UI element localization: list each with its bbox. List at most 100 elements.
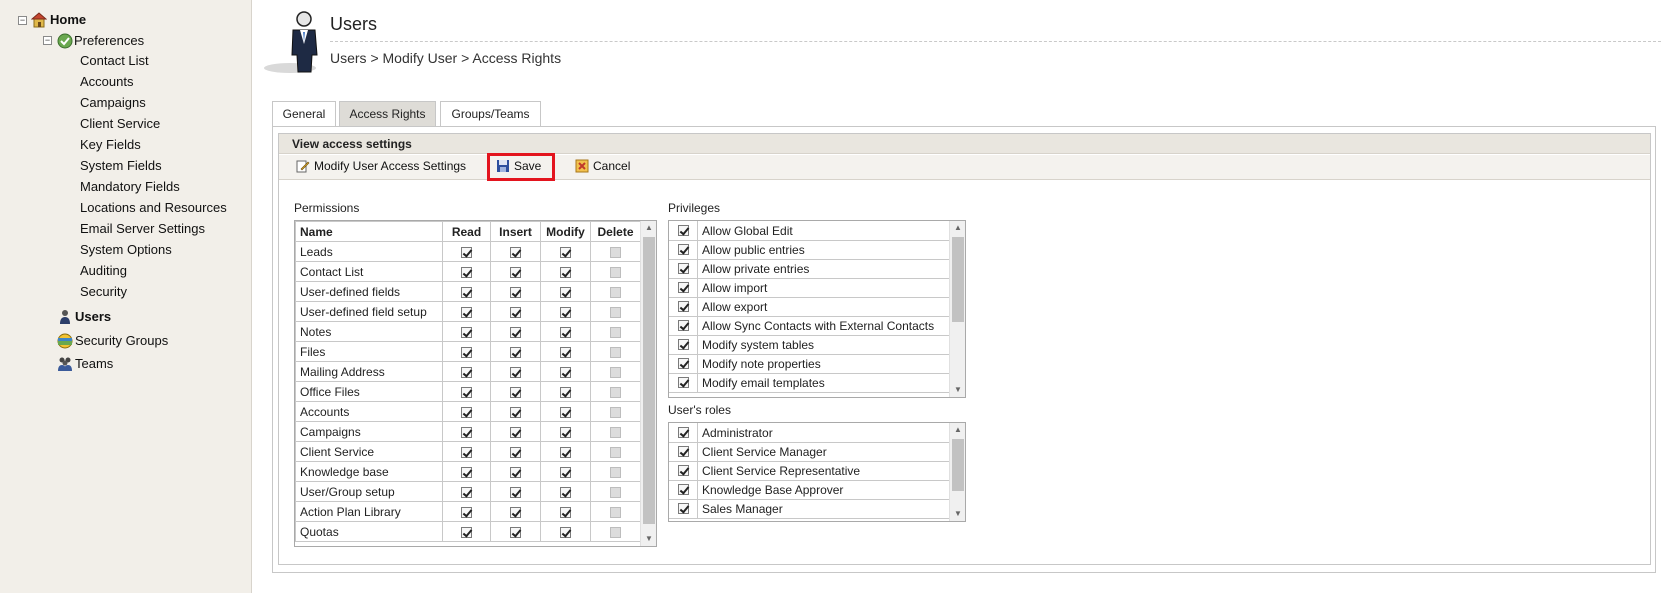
tree-item[interactable]: Contact List bbox=[80, 53, 149, 68]
scroll-down-arrow[interactable]: ▼ bbox=[950, 507, 965, 521]
checkbox[interactable] bbox=[610, 326, 621, 338]
list-item[interactable]: Modify note properties bbox=[669, 354, 949, 374]
checkbox[interactable] bbox=[510, 346, 521, 358]
tab-general[interactable]: General bbox=[272, 101, 336, 126]
tree-preferences[interactable]: Preferences bbox=[74, 33, 144, 48]
checkbox[interactable] bbox=[461, 446, 472, 458]
checkbox[interactable] bbox=[461, 286, 472, 298]
tree-users[interactable]: Users bbox=[75, 309, 111, 324]
scroll-down-arrow[interactable]: ▼ bbox=[641, 532, 656, 546]
list-item[interactable]: Client Service Representative bbox=[669, 461, 949, 481]
checkbox[interactable] bbox=[461, 266, 472, 278]
checkbox[interactable] bbox=[678, 244, 689, 255]
tree-item[interactable]: Security bbox=[80, 284, 127, 299]
checkbox[interactable] bbox=[560, 306, 571, 318]
tab-access-rights[interactable]: Access Rights bbox=[339, 101, 436, 126]
list-item[interactable]: Allow public entries bbox=[669, 240, 949, 260]
checkbox[interactable] bbox=[560, 326, 571, 338]
checkbox[interactable] bbox=[610, 506, 621, 518]
checkbox[interactable] bbox=[510, 506, 521, 518]
checkbox[interactable] bbox=[510, 306, 521, 318]
checkbox[interactable] bbox=[610, 486, 621, 498]
tree-item[interactable]: Email Server Settings bbox=[80, 221, 205, 236]
tree-item[interactable]: System Fields bbox=[80, 158, 162, 173]
checkbox[interactable] bbox=[461, 246, 472, 258]
checkbox[interactable] bbox=[678, 225, 689, 236]
checkbox[interactable] bbox=[678, 263, 689, 274]
checkbox[interactable] bbox=[610, 346, 621, 358]
checkbox[interactable] bbox=[610, 366, 621, 378]
checkbox[interactable] bbox=[678, 339, 689, 350]
collapse-toggle[interactable]: − bbox=[43, 36, 52, 45]
checkbox[interactable] bbox=[560, 246, 571, 258]
checkbox[interactable] bbox=[510, 486, 521, 498]
scroll-up-arrow[interactable]: ▲ bbox=[950, 423, 965, 437]
tree-item[interactable]: Auditing bbox=[80, 263, 127, 278]
checkbox[interactable] bbox=[461, 526, 472, 538]
checkbox[interactable] bbox=[510, 286, 521, 298]
checkbox[interactable] bbox=[461, 486, 472, 498]
checkbox[interactable] bbox=[678, 427, 689, 438]
checkbox[interactable] bbox=[610, 286, 621, 298]
checkbox[interactable] bbox=[610, 266, 621, 278]
scroll-thumb[interactable] bbox=[643, 237, 655, 524]
checkbox[interactable] bbox=[461, 386, 472, 398]
tree-security-groups[interactable]: Security Groups bbox=[75, 333, 168, 348]
checkbox[interactable] bbox=[678, 320, 689, 331]
tree-item[interactable]: Locations and Resources bbox=[80, 200, 227, 215]
modify-access-button[interactable]: Modify User Access Settings bbox=[296, 159, 466, 173]
permissions-scrollbar[interactable]: ▲ ▼ bbox=[640, 221, 656, 546]
list-item[interactable]: Allow import bbox=[669, 278, 949, 298]
checkbox[interactable] bbox=[560, 446, 571, 458]
checkbox[interactable] bbox=[510, 466, 521, 478]
scroll-down-arrow[interactable]: ▼ bbox=[950, 383, 965, 397]
list-item[interactable]: Allow Sync Contacts with External Contac… bbox=[669, 316, 949, 336]
checkbox[interactable] bbox=[560, 526, 571, 538]
checkbox[interactable] bbox=[461, 346, 472, 358]
checkbox[interactable] bbox=[461, 366, 472, 378]
checkbox[interactable] bbox=[560, 286, 571, 298]
checkbox[interactable] bbox=[510, 386, 521, 398]
checkbox[interactable] bbox=[461, 306, 472, 318]
list-item[interactable]: Modify email templates bbox=[669, 373, 949, 393]
checkbox[interactable] bbox=[510, 326, 521, 338]
checkbox[interactable] bbox=[461, 466, 472, 478]
checkbox[interactable] bbox=[560, 506, 571, 518]
checkbox[interactable] bbox=[678, 377, 689, 388]
checkbox[interactable] bbox=[610, 386, 621, 398]
checkbox[interactable] bbox=[610, 406, 621, 418]
checkbox[interactable] bbox=[678, 446, 689, 457]
checkbox[interactable] bbox=[560, 266, 571, 278]
roles-scrollbar[interactable]: ▲ ▼ bbox=[949, 423, 965, 521]
checkbox[interactable] bbox=[610, 446, 621, 458]
checkbox[interactable] bbox=[461, 326, 472, 338]
list-item[interactable]: Allow private entries bbox=[669, 259, 949, 279]
checkbox[interactable] bbox=[510, 526, 521, 538]
scroll-thumb[interactable] bbox=[952, 439, 964, 491]
list-item[interactable]: Client Service Manager bbox=[669, 442, 949, 462]
cancel-button[interactable]: Cancel bbox=[575, 159, 630, 173]
checkbox[interactable] bbox=[610, 526, 621, 538]
checkbox[interactable] bbox=[610, 306, 621, 318]
tree-home[interactable]: Home bbox=[50, 12, 86, 27]
checkbox[interactable] bbox=[678, 358, 689, 369]
checkbox[interactable] bbox=[510, 246, 521, 258]
list-item[interactable]: Knowledge Base Approver bbox=[669, 480, 949, 500]
tree-item[interactable]: Campaigns bbox=[80, 95, 146, 110]
checkbox[interactable] bbox=[610, 466, 621, 478]
privileges-scrollbar[interactable]: ▲ ▼ bbox=[949, 221, 965, 397]
checkbox[interactable] bbox=[560, 486, 571, 498]
tree-item[interactable]: Accounts bbox=[80, 74, 133, 89]
collapse-toggle[interactable]: − bbox=[18, 16, 27, 25]
list-item[interactable]: Sales Manager bbox=[669, 499, 949, 519]
list-item[interactable]: Modify system tables bbox=[669, 335, 949, 355]
checkbox[interactable] bbox=[510, 266, 521, 278]
scroll-up-arrow[interactable]: ▲ bbox=[950, 221, 965, 235]
checkbox[interactable] bbox=[610, 426, 621, 438]
checkbox[interactable] bbox=[678, 465, 689, 476]
tab-groups-teams[interactable]: Groups/Teams bbox=[440, 101, 541, 126]
tree-item[interactable]: Key Fields bbox=[80, 137, 141, 152]
tree-item[interactable]: Mandatory Fields bbox=[80, 179, 180, 194]
checkbox[interactable] bbox=[461, 506, 472, 518]
checkbox[interactable] bbox=[461, 426, 472, 438]
